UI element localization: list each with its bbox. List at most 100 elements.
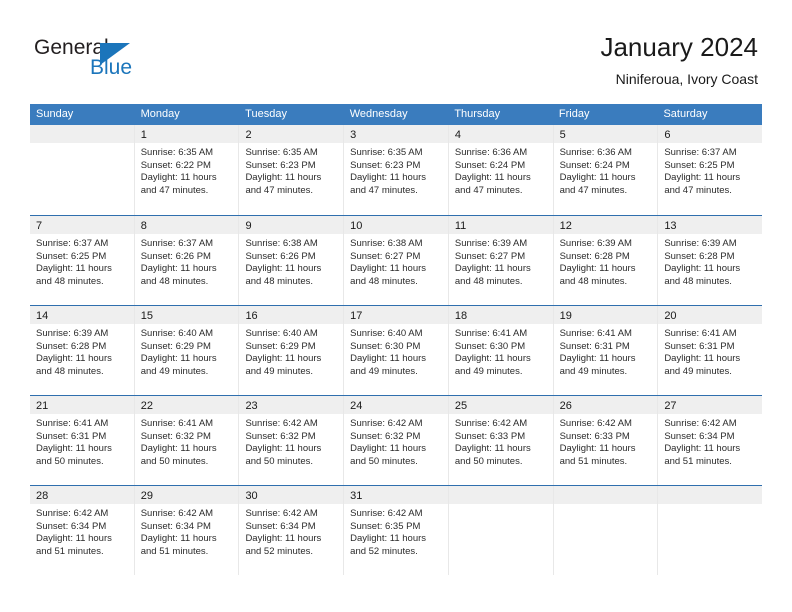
day-number-band: 5 <box>553 125 658 143</box>
calendar-day-cell[interactable]: 31 Sunrise: 6:42 AM Sunset: 6:35 PM Dayligh… <box>344 486 449 575</box>
calendar-day-cell[interactable]: 24 Sunrise: 6:42 AM Sunset: 6:32 PM Dayligh… <box>344 396 449 485</box>
sunset-text: Sunset: 6:32 PM <box>245 430 316 442</box>
calendar-day-cell[interactable]: 29 Sunrise: 6:42 AM Sunset: 6:34 PM Dayligh… <box>134 486 240 575</box>
day-number-band: 28 <box>30 486 134 504</box>
sunset-text: Sunset: 6:28 PM <box>664 250 735 262</box>
sunrise-text: Sunrise: 6:42 AM <box>559 418 632 429</box>
calendar-day-cell[interactable]: 21 Sunrise: 6:41 AM Sunset: 6:31 PM Dayligh… <box>30 396 135 485</box>
sunset-text: Sunset: 6:34 PM <box>140 520 211 532</box>
calendar-day-cell[interactable]: 16 Sunrise: 6:40 AM Sunset: 6:29 PM Dayligh… <box>239 306 345 395</box>
daylight-text-line1: Daylight: 11 hours <box>350 263 427 275</box>
daylight-text-line2: and 48 minutes. <box>36 275 104 287</box>
day-number: 9 <box>245 220 252 232</box>
day-info: Sunrise: 6:42 AM Sunset: 6:32 PM Daylight:… <box>344 414 448 468</box>
calendar-day-cell[interactable]: 2 Sunrise: 6:35 AM Sunset: 6:23 PM Daylight… <box>239 125 345 215</box>
day-number: 1 <box>140 129 147 141</box>
sunset-text: Sunset: 6:29 PM <box>245 340 316 352</box>
daylight-text-line2: and 50 minutes. <box>140 455 209 467</box>
daylight-text-line2: and 48 minutes. <box>454 275 523 287</box>
day-number-band: 27 <box>658 396 763 414</box>
sunset-text: Sunset: 6:28 PM <box>36 340 107 352</box>
daylight-text-line2: and 48 minutes. <box>350 275 418 287</box>
day-info: Sunrise: 6:42 AM Sunset: 6:34 PM Daylight:… <box>30 504 134 558</box>
calendar-weeks: 1 Sunrise: 6:35 AM Sunset: 6:22 PM Daylight… <box>30 125 763 575</box>
sunrise-text: Sunrise: 6:42 AM <box>664 418 737 429</box>
sunrise-text: Sunrise: 6:37 AM <box>36 238 109 249</box>
title-block: January 2024 Niniferoua, Ivory Coast <box>600 30 758 90</box>
day-number-band: 22 <box>134 396 239 414</box>
day-number-band: 12 <box>553 216 658 234</box>
daylight-text-line2: and 49 minutes. <box>454 365 523 377</box>
day-number: 16 <box>245 310 258 322</box>
calendar-day-cell[interactable]: 17 Sunrise: 6:40 AM Sunset: 6:30 PM Dayligh… <box>344 306 449 395</box>
daylight-text-line1: Daylight: 11 hours <box>245 263 322 275</box>
day-number-band: 13 <box>658 216 763 234</box>
calendar-day-cell[interactable]: 8 Sunrise: 6:37 AM Sunset: 6:26 PM Daylight… <box>134 216 240 305</box>
daylight-text-line2: and 52 minutes. <box>350 545 418 557</box>
calendar-day-cell[interactable]: 11 Sunrise: 6:39 AM Sunset: 6:27 PM Dayligh… <box>448 216 554 305</box>
sunset-text: Sunset: 6:30 PM <box>350 340 421 352</box>
day-info: Sunrise: 6:42 AM Sunset: 6:34 PM Daylight:… <box>135 504 239 558</box>
calendar-week-row: 21 Sunrise: 6:41 AM Sunset: 6:31 PM Dayligh… <box>30 395 763 485</box>
sunrise-text: Sunrise: 6:35 AM <box>245 147 318 158</box>
day-number-band <box>30 125 134 143</box>
daylight-text-line1: Daylight: 11 hours <box>350 353 427 365</box>
sunrise-text: Sunrise: 6:42 AM <box>350 418 423 429</box>
daylight-text-line1: Daylight: 11 hours <box>140 443 217 455</box>
calendar-day-cell[interactable]: 27 Sunrise: 6:42 AM Sunset: 6:34 PM Dayligh… <box>658 396 763 485</box>
sunrise-text: Sunrise: 6:39 AM <box>36 328 109 339</box>
daylight-text-line2: and 49 minutes. <box>664 365 732 377</box>
calendar-day-cell[interactable]: 18 Sunrise: 6:41 AM Sunset: 6:30 PM Dayligh… <box>448 306 554 395</box>
calendar-day-cell[interactable]: 9 Sunrise: 6:38 AM Sunset: 6:26 PM Daylight… <box>239 216 345 305</box>
daylight-text-line1: Daylight: 11 hours <box>36 533 112 545</box>
day-number-band: 4 <box>448 125 553 143</box>
daylight-text-line1: Daylight: 11 hours <box>140 263 217 275</box>
day-number-band: 25 <box>448 396 553 414</box>
calendar-day-cell[interactable]: 20 Sunrise: 6:41 AM Sunset: 6:31 PM Dayligh… <box>658 306 763 395</box>
sunrise-text: Sunrise: 6:40 AM <box>245 328 318 339</box>
calendar-day-cell[interactable]: 6 Sunrise: 6:37 AM Sunset: 6:25 PM Daylight… <box>658 125 763 215</box>
day-number: 11 <box>454 220 467 232</box>
day-info: Sunrise: 6:36 AM Sunset: 6:24 PM Daylight:… <box>449 143 553 197</box>
calendar-day-cell[interactable]: 4 Sunrise: 6:36 AM Sunset: 6:24 PM Daylight… <box>448 125 554 215</box>
calendar-day-cell[interactable]: 5 Sunrise: 6:36 AM Sunset: 6:24 PM Daylight… <box>553 125 659 215</box>
daylight-text-line1: Daylight: 11 hours <box>245 533 322 545</box>
day-header-tuesday: Tuesday <box>245 108 287 120</box>
daylight-text-line1: Daylight: 11 hours <box>559 443 636 455</box>
calendar-day-cell[interactable]: 22 Sunrise: 6:41 AM Sunset: 6:32 PM Dayligh… <box>134 396 240 485</box>
day-number: 25 <box>454 400 468 412</box>
calendar-day-cell[interactable]: 23 Sunrise: 6:42 AM Sunset: 6:32 PM Dayligh… <box>239 396 345 485</box>
daylight-text-line2: and 49 minutes. <box>140 365 209 377</box>
calendar-day-cell[interactable]: 15 Sunrise: 6:40 AM Sunset: 6:29 PM Dayligh… <box>134 306 240 395</box>
day-info: Sunrise: 6:40 AM Sunset: 6:30 PM Daylight:… <box>344 324 448 378</box>
daylight-text-line1: Daylight: 11 hours <box>350 443 427 455</box>
calendar-day-cell[interactable]: 7 Sunrise: 6:37 AM Sunset: 6:25 PM Daylight… <box>30 216 135 305</box>
calendar-day-cell[interactable]: 13 Sunrise: 6:39 AM Sunset: 6:28 PM Dayligh… <box>658 216 763 305</box>
day-info: Sunrise: 6:41 AM Sunset: 6:31 PM Daylight:… <box>30 414 134 468</box>
calendar-day-cell[interactable]: 1 Sunrise: 6:35 AM Sunset: 6:22 PM Daylight… <box>134 125 240 215</box>
sunset-text: Sunset: 6:23 PM <box>350 159 421 171</box>
calendar-day-cell[interactable]: 19 Sunrise: 6:41 AM Sunset: 6:31 PM Dayligh… <box>553 306 659 395</box>
daylight-text-line2: and 51 minutes. <box>36 545 104 557</box>
daylight-text-line2: and 52 minutes. <box>245 545 314 557</box>
day-info: Sunrise: 6:42 AM Sunset: 6:34 PM Daylight:… <box>658 414 762 468</box>
calendar-day-cell[interactable]: 10 Sunrise: 6:38 AM Sunset: 6:27 PM Dayligh… <box>344 216 449 305</box>
calendar-day-cell[interactable]: 25 Sunrise: 6:42 AM Sunset: 6:33 PM Dayligh… <box>448 396 554 485</box>
sunrise-text: Sunrise: 6:39 AM <box>664 238 737 249</box>
calendar-day-cell[interactable]: 26 Sunrise: 6:42 AM Sunset: 6:33 PM Dayligh… <box>553 396 659 485</box>
calendar-week-row: 14 Sunrise: 6:39 AM Sunset: 6:28 PM Dayligh… <box>30 305 763 395</box>
daylight-text-line2: and 47 minutes. <box>454 184 523 196</box>
sunrise-text: Sunrise: 6:39 AM <box>559 238 632 249</box>
day-number-band: 11 <box>448 216 553 234</box>
day-number: 23 <box>245 400 258 412</box>
sunset-text: Sunset: 6:28 PM <box>559 250 630 262</box>
day-number-band: 23 <box>239 396 344 414</box>
calendar-day-cell[interactable]: 14 Sunrise: 6:39 AM Sunset: 6:28 PM Dayligh… <box>30 306 135 395</box>
calendar-day-cell[interactable]: 12 Sunrise: 6:39 AM Sunset: 6:28 PM Dayligh… <box>553 216 659 305</box>
day-info: Sunrise: 6:37 AM Sunset: 6:26 PM Daylight:… <box>135 234 239 288</box>
calendar-day-cell[interactable]: 3 Sunrise: 6:35 AM Sunset: 6:23 PM Daylight… <box>344 125 449 215</box>
calendar-grid: Sunday Monday Tuesday Wednesday Thursday Frid… <box>30 104 763 575</box>
calendar-day-cell[interactable]: 28 Sunrise: 6:42 AM Sunset: 6:34 PM Dayligh… <box>30 486 135 575</box>
calendar-day-cell[interactable]: 30 Sunrise: 6:42 AM Sunset: 6:34 PM Dayligh… <box>239 486 345 575</box>
sunrise-text: Sunrise: 6:40 AM <box>140 328 214 339</box>
